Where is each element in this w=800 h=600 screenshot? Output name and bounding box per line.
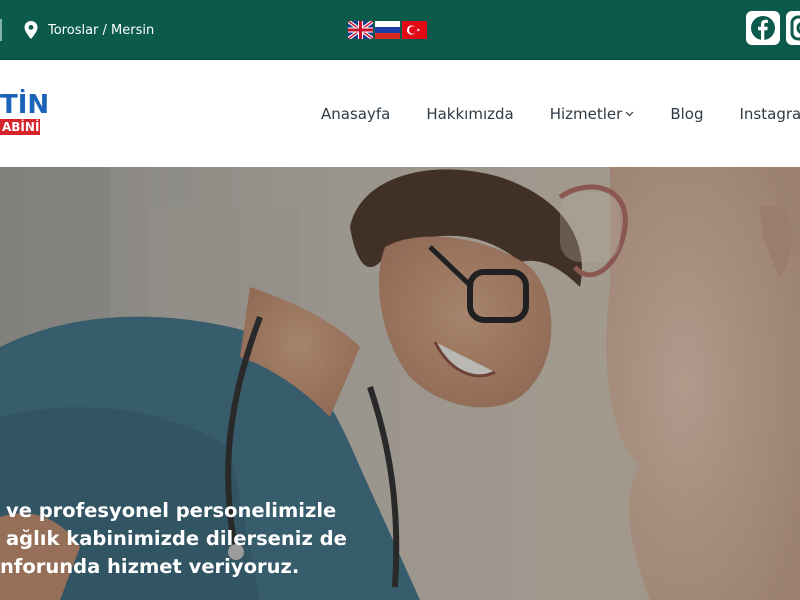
location: Toroslar / Mersin <box>24 20 154 40</box>
main-nav: Anasayfa Hakkımızda Hizmetler Blog Insta… <box>321 104 800 124</box>
nav-item-hakkimizda[interactable]: Hakkımızda <box>426 105 513 123</box>
logo-top-text: TİN <box>0 90 50 120</box>
flag-turkey-icon[interactable] <box>402 21 427 39</box>
map-pin-icon <box>24 21 38 39</box>
nav-item-label: Anasayfa <box>321 105 391 123</box>
flag-russia-icon[interactable] <box>375 21 400 39</box>
nav-item-label: Hizmetler <box>549 105 623 123</box>
nav-item-hizmetler[interactable]: Hizmetler <box>550 105 635 123</box>
nav-item-instagram[interactable]: Instagram <box>740 105 800 123</box>
nav-item-label: Blog <box>670 105 704 123</box>
hero-text-line: ve profesyonel personelimizle <box>6 499 337 522</box>
chevron-down-icon <box>625 111 634 117</box>
flag-uk-icon[interactable] <box>348 21 373 39</box>
top-bar: Toroslar / Mersin <box>0 0 800 60</box>
facebook-icon <box>751 16 775 40</box>
hero-text-line: ağlık kabinimizde dilerseniz de <box>6 527 347 550</box>
nav-item-anasayfa[interactable]: Anasayfa <box>321 105 390 123</box>
hero-banner: ve profesyonel personelimizle ağlık kabi… <box>0 167 800 600</box>
logo-bottom-text: ABİNİ <box>0 119 40 135</box>
instagram-icon <box>790 15 800 41</box>
instagram-button[interactable] <box>786 11 800 45</box>
logo[interactable]: TİN ABİNİ <box>0 92 49 138</box>
hero-text-line: nforunda hizmet veriyoruz. <box>0 555 300 578</box>
hero-text: ve profesyonel personelimizle ağlık kabi… <box>0 497 420 581</box>
top-bar-divider <box>0 19 2 41</box>
site-header: TİN ABİNİ Anasayfa Hakkımızda Hizmetler … <box>0 60 800 167</box>
language-switcher <box>348 21 427 39</box>
facebook-button[interactable] <box>746 11 780 45</box>
nav-item-label: Instagram <box>739 105 800 123</box>
nav-item-blog[interactable]: Blog <box>670 105 703 123</box>
location-text: Toroslar / Mersin <box>48 22 155 38</box>
nav-item-label: Hakkımızda <box>426 105 514 123</box>
